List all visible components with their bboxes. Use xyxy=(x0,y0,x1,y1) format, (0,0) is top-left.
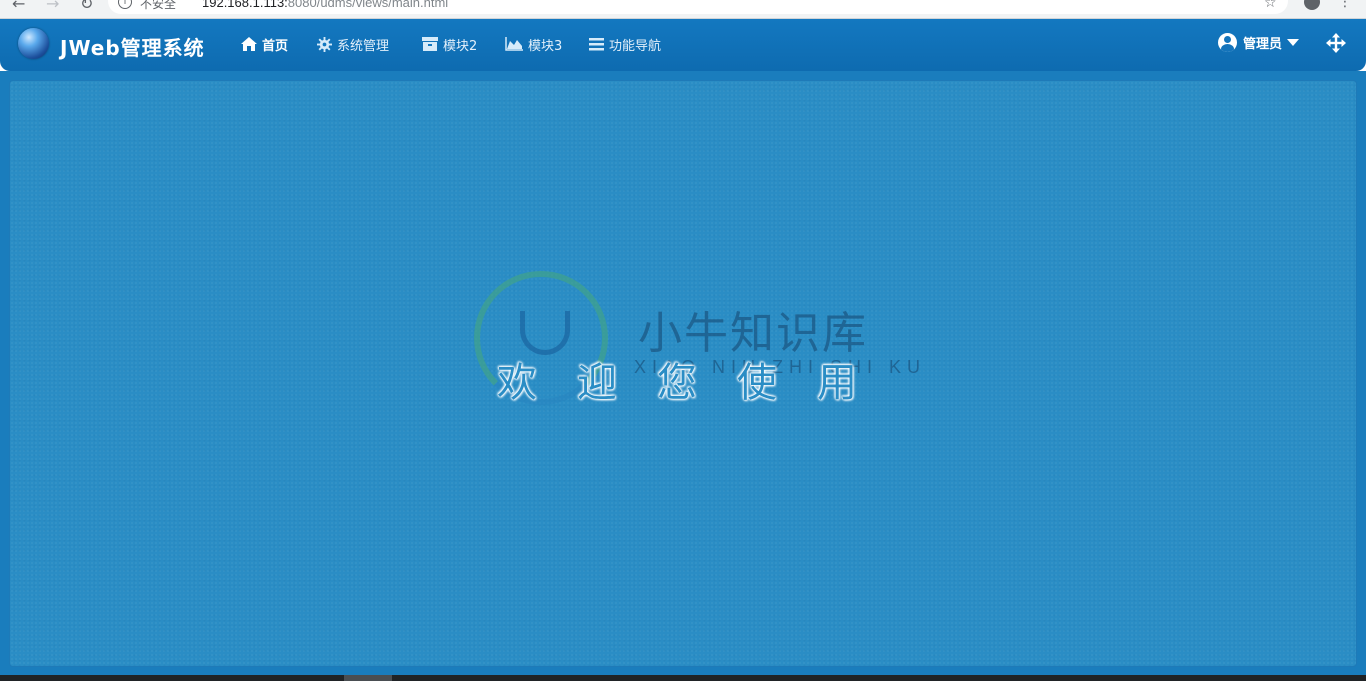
nav-label: 系统管理 xyxy=(337,38,390,54)
nav-label: 模块3 xyxy=(528,38,563,54)
nav-item-module3[interactable]: 模块3 xyxy=(505,34,562,54)
user-menu[interactable]: 管理员 xyxy=(1218,33,1300,52)
security-status: 不安全 xyxy=(140,0,177,11)
profile-icon[interactable] xyxy=(1304,0,1320,10)
browser-toolbar: ← → ↻ i 不安全 192.168.1.113:8080/udms/view… xyxy=(0,0,1366,19)
box-icon xyxy=(422,37,438,51)
taskbar-strip xyxy=(0,675,1366,681)
user-circle-icon xyxy=(1218,33,1237,52)
gear-icon xyxy=(317,36,332,52)
menu-icon[interactable]: ⋮ xyxy=(1338,0,1352,10)
reload-icon[interactable]: ↻ xyxy=(80,0,93,13)
nav-label: 模块2 xyxy=(443,38,478,54)
list-icon xyxy=(589,37,604,51)
url-text[interactable]: 192.168.1.113:8080/udms/views/main.html xyxy=(202,0,448,10)
home-icon xyxy=(241,37,257,51)
area-chart-icon xyxy=(505,37,523,51)
nav-label: 功能导航 xyxy=(609,38,662,54)
url-path: 8080/udms/views/main.html xyxy=(287,0,449,10)
forward-icon[interactable]: → xyxy=(46,0,59,13)
move-arrows-icon[interactable] xyxy=(1326,33,1346,53)
nav-item-module2[interactable]: 模块2 xyxy=(422,34,477,54)
user-name: 管理员 xyxy=(1243,37,1283,52)
url-host: 192.168.1.113: xyxy=(202,0,288,10)
app-title: JWeb管理系统 xyxy=(60,36,205,60)
nav-label: 首页 xyxy=(262,38,289,54)
nav-item-home[interactable]: 首页 xyxy=(241,34,288,54)
globe-logo-icon xyxy=(18,28,49,59)
scrollbar-thumb[interactable] xyxy=(344,675,392,681)
star-icon[interactable]: ☆ xyxy=(1264,0,1277,11)
nav-item-function-nav[interactable]: 功能导航 xyxy=(589,34,661,54)
welcome-text: 欢迎您使用 xyxy=(497,360,897,406)
caret-down-icon xyxy=(1287,39,1300,46)
nav-item-system[interactable]: 系统管理 xyxy=(317,34,389,54)
back-icon[interactable]: ← xyxy=(12,0,25,13)
app-header: JWeb管理系统 首页 系统管理 模块2 模块3 功能导航 管理员 xyxy=(0,19,1366,71)
